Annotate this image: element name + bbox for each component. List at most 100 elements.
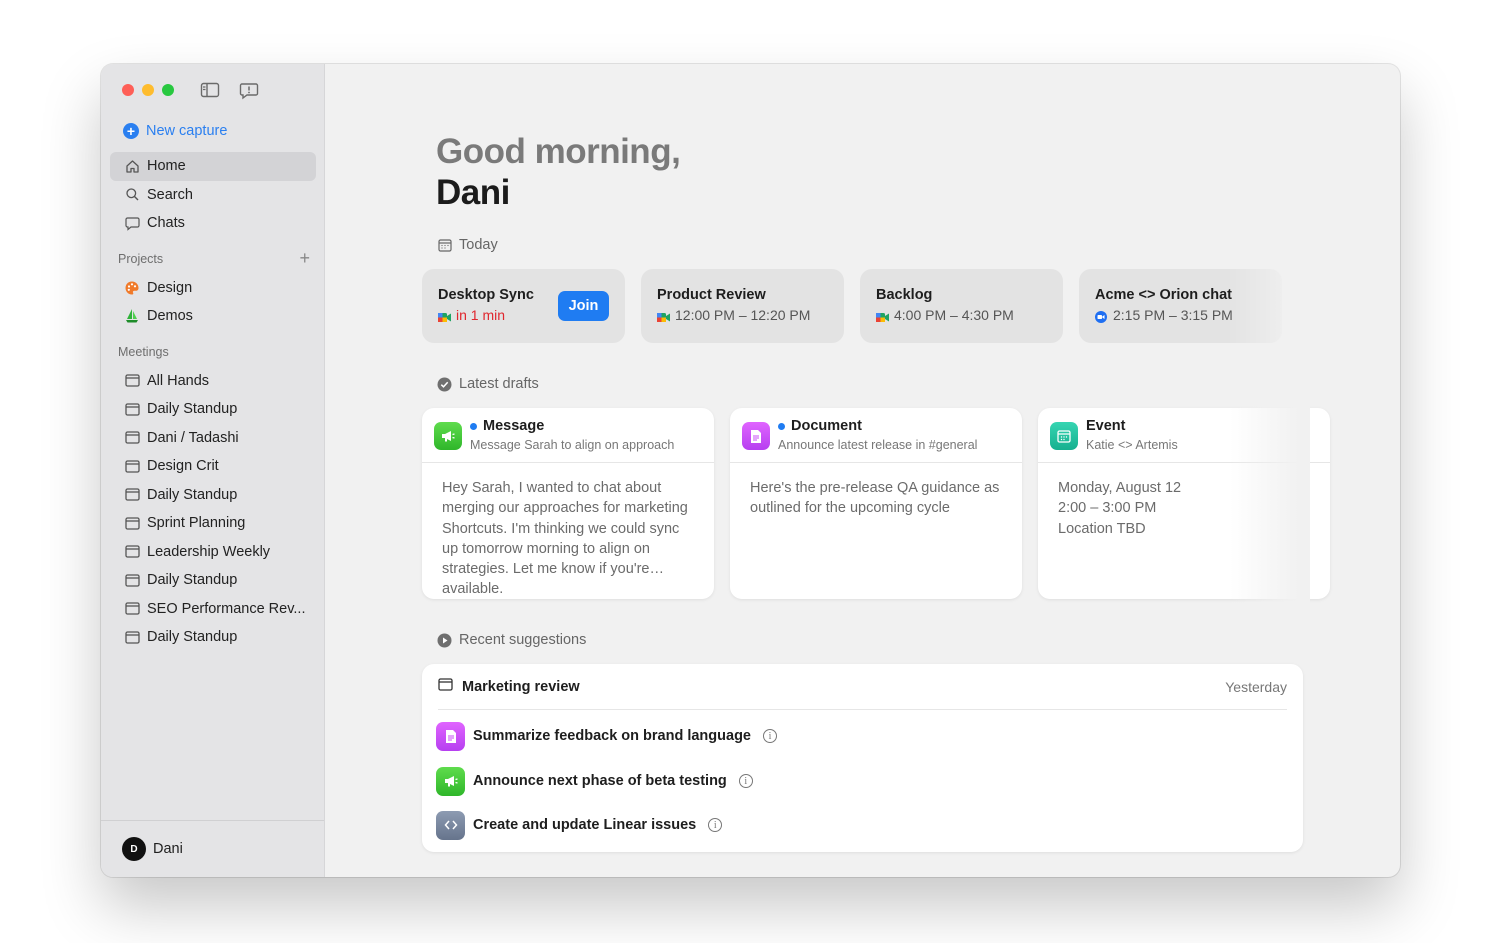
- sidebar-item-meeting[interactable]: SEO Performance Rev...: [110, 595, 316, 624]
- projects-header: Projects +: [110, 244, 316, 274]
- avatar: D: [122, 837, 146, 861]
- code-icon: [436, 810, 465, 840]
- meetings-header: Meetings: [110, 337, 316, 367]
- sidebar-item-meeting[interactable]: Daily Standup: [110, 395, 316, 424]
- meetings-header-label: Meetings: [118, 344, 169, 359]
- meeting-window-icon: [124, 601, 140, 617]
- sidebar-nav: Home Search Chats Projects + Design Demo…: [110, 152, 316, 652]
- user-profile[interactable]: D Dani: [101, 820, 324, 877]
- join-button[interactable]: Join: [558, 291, 609, 321]
- feedback-icon[interactable]: [239, 82, 259, 100]
- zoom-window-button[interactable]: [162, 84, 174, 96]
- drafts-section-title: Latest drafts: [437, 376, 539, 392]
- app-window: + New capture Home Search Chats Projects…: [101, 64, 1400, 877]
- draft-card-document[interactable]: Document Announce latest release in #gen…: [730, 408, 1022, 599]
- today-section-title: Today: [437, 237, 498, 253]
- sidebar-item-label: Daily Standup: [147, 486, 238, 503]
- sidebar-item-meeting[interactable]: All Hands: [110, 367, 316, 396]
- suggestion-label: Create and update Linear issues: [473, 817, 697, 833]
- draft-header: Message Message Sarah to align on approa…: [422, 408, 714, 463]
- calendar-icon: [437, 238, 452, 253]
- sidebar-item-label: All Hands: [147, 372, 210, 389]
- suggestion-label: Announce next phase of beta testing: [473, 773, 727, 789]
- drafts-label: Latest drafts: [459, 376, 539, 392]
- zoom-icon: [1095, 310, 1108, 323]
- window-controls: [122, 84, 174, 96]
- meeting-window-icon: [124, 401, 140, 417]
- meeting-window-icon: [124, 430, 140, 446]
- minimize-window-button[interactable]: [142, 84, 154, 96]
- info-icon[interactable]: i: [763, 729, 777, 743]
- sidebar-item-project-demos[interactable]: Demos: [110, 302, 316, 331]
- meeting-card[interactable]: Desktop Sync in 1 min Join: [422, 269, 625, 343]
- sidebar-item-meeting[interactable]: Sprint Planning: [110, 509, 316, 538]
- sidebar-item-label: Design: [147, 279, 193, 296]
- sidebar-item-meeting[interactable]: Daily Standup: [110, 566, 316, 595]
- sidebar-item-project-design[interactable]: Design: [110, 274, 316, 303]
- meeting-time: 2:15 PM – 3:15 PM: [1095, 307, 1266, 323]
- new-capture-label: New capture: [146, 123, 228, 139]
- sidebar-item-search[interactable]: Search: [110, 181, 316, 210]
- suggestion-card: Marketing review Yesterday Summarize fee…: [422, 664, 1303, 852]
- suggestion-item[interactable]: Create and update Linear issues i: [436, 810, 723, 840]
- sidebar-item-label: Leadership Weekly: [147, 543, 271, 560]
- suggestion-label: Summarize feedback on brand language: [473, 728, 751, 744]
- suggestion-item[interactable]: Summarize feedback on brand language i: [436, 721, 777, 751]
- projects-header-label: Projects: [118, 251, 164, 266]
- sidebar-item-label: Dani / Tadashi: [147, 429, 239, 446]
- sidebar-item-meeting[interactable]: Dani / Tadashi: [110, 424, 316, 453]
- megaphone-icon: [436, 766, 465, 796]
- meeting-card[interactable]: Backlog 4:00 PM – 4:30 PM: [860, 269, 1063, 343]
- sidebar-item-label: SEO Performance Rev...: [147, 600, 306, 617]
- draft-type: Event: [1086, 418, 1126, 434]
- meeting-window-icon: [124, 572, 140, 588]
- greeting: Good morning, Dani: [436, 131, 681, 213]
- sidebar-item-meeting[interactable]: Design Crit: [110, 452, 316, 481]
- suggestions-label: Recent suggestions: [459, 632, 587, 648]
- sidebar-item-meeting[interactable]: Daily Standup: [110, 623, 316, 652]
- sidebar-item-chats[interactable]: Chats: [110, 209, 316, 238]
- greeting-line-1: Good morning,: [436, 132, 681, 171]
- suggestion-card-title: Marketing review: [462, 678, 580, 695]
- sidebar-item-label: Demos: [147, 308, 193, 325]
- suggestion-card-header[interactable]: Marketing review Yesterday: [438, 664, 1287, 710]
- sidebar-item-label: Home: [147, 158, 186, 175]
- meeting-window-icon: [124, 629, 140, 645]
- info-icon[interactable]: i: [738, 774, 753, 788]
- user-name: Dani: [153, 841, 183, 857]
- today-meetings: Desktop Sync in 1 min Join Product Revie…: [422, 269, 1298, 343]
- add-project-icon[interactable]: +: [299, 248, 310, 269]
- sidebar-toggle-icon[interactable]: [200, 82, 220, 98]
- sidebar-item-home[interactable]: Home: [110, 152, 316, 181]
- today-label: Today: [459, 237, 498, 253]
- meeting-card[interactable]: Product Review 12:00 PM – 12:20 PM: [641, 269, 844, 343]
- new-capture-button[interactable]: + New capture: [123, 123, 227, 139]
- calendar-icon: [1050, 422, 1078, 450]
- check-circle-icon: [437, 377, 452, 392]
- meeting-time: 4:00 PM – 4:30 PM: [876, 307, 1047, 323]
- draft-body: Hey Sarah, I wanted to chat about mergin…: [442, 480, 688, 595]
- meeting-window-icon: [124, 487, 140, 503]
- draft-title: Document: [778, 418, 862, 434]
- sidebar-item-label: Daily Standup: [147, 629, 238, 646]
- sidebar-item-label: Sprint Planning: [147, 515, 246, 532]
- meeting-time-text: 12:00 PM – 12:20 PM: [675, 307, 811, 323]
- sailboat-icon: [124, 308, 140, 324]
- meeting-list: All Hands Daily Standup Dani / Tadashi Desi…: [110, 367, 316, 652]
- draft-title: Message: [470, 418, 544, 434]
- sidebar-item-meeting[interactable]: Daily Standup: [110, 481, 316, 510]
- draft-title: Event: [1086, 418, 1126, 434]
- sidebar-item-meeting[interactable]: Leadership Weekly: [110, 538, 316, 567]
- draft-body: Here's the pre-release QA guidance as ou…: [750, 480, 1000, 517]
- document-icon: [436, 721, 465, 751]
- plus-circle-icon: +: [123, 123, 139, 139]
- draft-subtitle: Message Sarah to align on approach: [470, 438, 675, 452]
- meeting-card[interactable]: Acme <> Orion chat 2:15 PM – 3:15 PM: [1079, 269, 1282, 343]
- chat-bubble-icon: [124, 215, 140, 231]
- close-window-button[interactable]: [122, 84, 134, 96]
- draft-card-message[interactable]: Message Message Sarah to align on approa…: [422, 408, 714, 599]
- draft-subtitle: Katie <> Artemis: [1086, 438, 1178, 452]
- greeting-line-2: Dani: [436, 173, 510, 212]
- info-icon[interactable]: i: [708, 818, 723, 832]
- suggestion-item[interactable]: Announce next phase of beta testing i: [436, 766, 753, 796]
